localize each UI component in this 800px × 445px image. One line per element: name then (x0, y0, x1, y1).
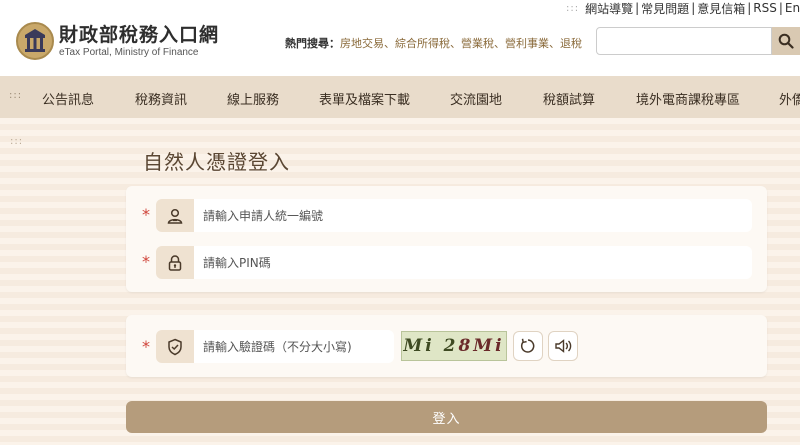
nav-cross-border-ecommerce[interactable]: 境外電商課稅專區 (636, 89, 740, 108)
search-bar (596, 27, 800, 55)
id-number-input[interactable]: 請輸入申請人統一編號 (194, 199, 752, 232)
toplink-english[interactable]: Eng (785, 1, 800, 15)
required-mark: * (142, 205, 150, 224)
pin-input[interactable]: 請輸入PIN碼 (194, 246, 752, 279)
captcha-card: * 請輸入驗證碼（不分大小寫) Mi 2 8Mi (126, 315, 767, 377)
nav-community[interactable]: 交流園地 (450, 89, 502, 108)
refresh-icon (520, 338, 535, 353)
captcha-text: Mi 2 (403, 336, 459, 356)
audio-captcha-button[interactable] (548, 331, 578, 361)
nav-online-services[interactable]: 線上服務 (227, 89, 279, 108)
separator: | (691, 1, 696, 15)
pin-field: 請輸入PIN碼 (156, 246, 752, 279)
main-nav: ::: 公告訊息 稅務資訊 線上服務 表單及檔案下載 交流園地 稅額試算 境外電… (0, 76, 800, 118)
grip-icon: ::: (10, 136, 24, 147)
site-header: ::: 網站導覽 | 常見問題 | 意見信箱 | RSS | Eng 財政部稅務… (0, 0, 800, 76)
separator: | (747, 1, 752, 15)
search-icon (778, 33, 794, 49)
grip-icon: ::: (566, 2, 580, 14)
hot-search-links[interactable]: 房地交易、綜合所得稅、營業稅、營利事業、退稅 (340, 37, 582, 50)
nav-tax-info[interactable]: 稅務資訊 (135, 89, 187, 108)
hot-search-label: 熱門搜尋： (285, 37, 340, 50)
site-logo[interactable]: 財政部稅務入口網 eTax Portal, Ministry of Financ… (16, 22, 219, 60)
user-icon (156, 199, 194, 232)
page-title: 自然人憑證登入 (143, 150, 290, 174)
ministry-emblem-icon (16, 22, 54, 60)
required-mark: * (142, 337, 150, 356)
captcha-input[interactable]: 請輸入驗證碼（不分大小寫) (194, 330, 394, 363)
captcha-text: 8Mi (458, 336, 505, 356)
logo-title: 財政部稅務入口網 (59, 23, 220, 46)
toplink-feedback[interactable]: 意見信箱 (697, 0, 745, 17)
separator: | (635, 1, 640, 15)
search-button[interactable] (772, 27, 800, 55)
nav-forms-downloads[interactable]: 表單及檔案下載 (319, 89, 410, 108)
nav-announcements[interactable]: 公告訊息 (42, 89, 94, 108)
shield-icon (156, 330, 194, 363)
id-field: 請輸入申請人統一編號 (156, 199, 752, 232)
top-links: ::: 網站導覽 | 常見問題 | 意見信箱 | RSS | Eng (566, 0, 800, 16)
captcha-image: Mi 2 8Mi (401, 331, 507, 361)
search-input[interactable] (596, 27, 772, 55)
toplink-faq[interactable]: 常見問題 (641, 0, 689, 17)
grip-icon: ::: (9, 90, 23, 101)
main-content: ::: 自然人憑證登入 * 請輸入申請人統一編號 * 請輸入PIN碼 * 請輸入… (0, 118, 800, 445)
hot-search: 熱門搜尋：房地交易、綜合所得稅、營業稅、營利事業、退稅 (285, 35, 582, 51)
credentials-card: * 請輸入申請人統一編號 * 請輸入PIN碼 (126, 186, 767, 292)
logo-subtitle: eTax Portal, Ministry of Finance (59, 46, 199, 58)
nav-tax-calculator[interactable]: 稅額試算 (543, 89, 595, 108)
toplink-sitemap[interactable]: 網站導覽 (585, 0, 633, 17)
nav-foreigners[interactable]: 外僑 (779, 89, 800, 108)
required-mark: * (142, 252, 150, 271)
refresh-captcha-button[interactable] (513, 331, 543, 361)
login-button[interactable]: 登入 (126, 401, 767, 433)
toplink-rss[interactable]: RSS (753, 1, 777, 15)
captcha-field: 請輸入驗證碼（不分大小寫) (156, 330, 394, 363)
separator: | (778, 1, 783, 15)
lock-icon (156, 246, 194, 279)
speaker-icon (555, 339, 572, 353)
